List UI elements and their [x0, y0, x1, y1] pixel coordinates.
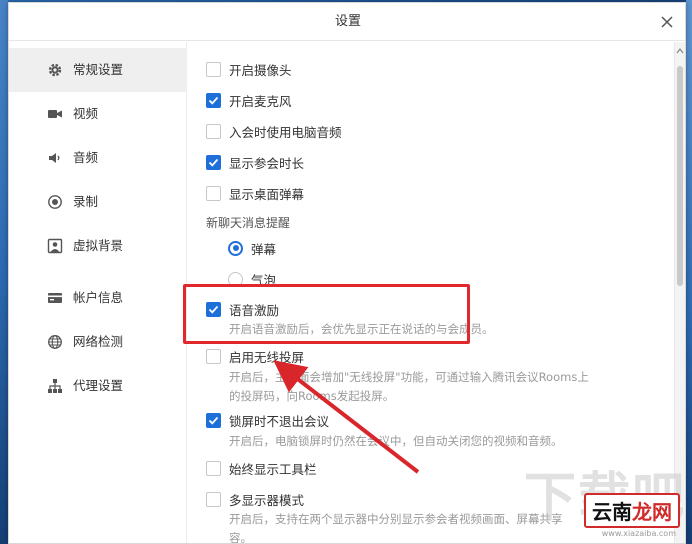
bubble-label: 气泡 — [251, 272, 277, 288]
watermark-badge-text-b: 龙网 — [632, 500, 672, 524]
desktop-background-left — [0, 0, 8, 544]
mic-checkbox[interactable] — [206, 92, 221, 108]
sidebar-item-label: 网络检测 — [73, 334, 124, 349]
title-bar: 设置 — [9, 3, 685, 41]
person-background-icon — [47, 238, 63, 254]
camera-label: 开启摄像头 — [229, 62, 292, 78]
settings-window: 设置 常规设置 视频 音频 录制 虚拟背景 帐户信息 网络检测 代理设置 开启摄… — [8, 2, 686, 544]
lock-screen-setting[interactable]: 锁屏时不退出会议 — [206, 410, 329, 430]
pc-audio-checkbox[interactable] — [206, 123, 221, 139]
sidebar-item-general[interactable]: 常规设置 — [9, 48, 187, 92]
danmu-label: 弹幕 — [251, 241, 277, 257]
speaker-icon — [47, 150, 63, 166]
voice-motivation-setting[interactable]: 语音激励 — [206, 299, 279, 319]
sidebar-item-video[interactable]: 视频 — [9, 92, 187, 136]
checkmark-icon — [208, 416, 219, 425]
wireless-cast-setting[interactable]: 启用无线投屏 — [206, 346, 304, 366]
wireless-cast-checkbox[interactable] — [206, 348, 221, 364]
desktop-popup-setting[interactable]: 显示桌面弹幕 — [206, 183, 304, 203]
bubble-radio[interactable] — [228, 271, 243, 287]
scroll-thumb[interactable] — [677, 66, 683, 286]
voice-motivation-desc: 开启语音激励后，会优先显示正在说话的与会成员。 — [229, 322, 494, 336]
watermark-badge: 云南龙网 — [584, 493, 680, 528]
toolbar-checkbox[interactable] — [206, 460, 221, 476]
close-button[interactable] — [657, 12, 677, 32]
toolbar-label: 始终显示工具栏 — [229, 461, 317, 477]
sidebar-item-audio[interactable]: 音频 — [9, 136, 187, 180]
desktop-popup-checkbox[interactable] — [206, 185, 221, 201]
danmu-radio[interactable] — [228, 240, 243, 256]
wireless-cast-desc-line2: 的投屏码，向Rooms发起投屏。 — [229, 389, 395, 403]
video-camera-icon — [47, 106, 63, 122]
pc-audio-label: 入会时使用电脑音频 — [229, 124, 342, 140]
camera-checkbox[interactable] — [206, 61, 221, 77]
close-icon — [661, 16, 673, 28]
multi-display-label: 多显示器模式 — [229, 492, 305, 508]
mic-label: 开启麦克风 — [229, 93, 292, 109]
desktop-background-right — [686, 0, 692, 544]
mic-setting[interactable]: 开启麦克风 — [206, 90, 292, 110]
sidebar: 常规设置 视频 音频 录制 虚拟背景 帐户信息 网络检测 代理设置 — [9, 42, 187, 543]
chat-reminder-heading: 新聊天消息提醒 — [206, 216, 291, 230]
sidebar-item-virtual-background[interactable]: 虚拟背景 — [9, 224, 187, 268]
lock-screen-desc: 开启后，电脑锁屏时仍然在会议中，但自动关闭您的视频和音频。 — [229, 434, 563, 448]
show-duration-setting[interactable]: 显示参会时长 — [206, 152, 304, 172]
checkmark-icon — [208, 158, 219, 167]
multi-display-checkbox[interactable] — [206, 491, 221, 507]
multi-display-desc-line2: 容。 — [229, 531, 252, 544]
scroll-up-arrow-icon[interactable] — [676, 46, 684, 56]
watermark-url: www.xiazaiba.com — [601, 529, 676, 538]
network-tree-icon — [47, 378, 63, 394]
sidebar-item-label: 视频 — [73, 106, 99, 121]
lock-screen-checkbox[interactable] — [206, 412, 221, 428]
desktop-popup-label: 显示桌面弹幕 — [229, 186, 305, 202]
record-icon — [47, 194, 63, 210]
sidebar-item-proxy[interactable]: 代理设置 — [9, 364, 187, 408]
camera-setting[interactable]: 开启摄像头 — [206, 59, 292, 79]
multi-display-setting[interactable]: 多显示器模式 — [206, 489, 304, 509]
show-duration-label: 显示参会时长 — [229, 155, 305, 171]
sidebar-item-network-test[interactable]: 网络检测 — [9, 320, 187, 364]
sidebar-item-label: 代理设置 — [73, 378, 124, 393]
checkmark-icon — [208, 96, 219, 105]
globe-icon — [47, 334, 63, 350]
sidebar-item-label: 录制 — [73, 194, 99, 209]
lock-screen-label: 锁屏时不退出会议 — [229, 413, 330, 429]
sidebar-item-record[interactable]: 录制 — [9, 180, 187, 224]
voice-motivation-checkbox[interactable] — [206, 301, 221, 317]
chat-reminder-option-bubble[interactable]: 气泡 — [228, 269, 276, 289]
sidebar-item-account[interactable]: 帐户信息 — [9, 276, 187, 320]
sidebar-item-label: 虚拟背景 — [73, 238, 124, 253]
watermark-badge-text-a: 云南 — [592, 500, 632, 524]
card-icon — [47, 290, 63, 306]
chat-reminder-option-danmu[interactable]: 弹幕 — [228, 238, 276, 258]
show-duration-checkbox[interactable] — [206, 154, 221, 170]
wireless-cast-desc-line1: 开启后，主界面会增加"无线投屏"功能，可通过输入腾讯会议Rooms上 — [229, 370, 589, 384]
wireless-cast-label: 启用无线投屏 — [229, 349, 305, 365]
pc-audio-setting[interactable]: 入会时使用电脑音频 — [206, 121, 342, 141]
sidebar-item-label: 音频 — [73, 150, 99, 165]
sidebar-item-label: 帐户信息 — [73, 290, 124, 305]
checkmark-icon — [208, 305, 219, 314]
sidebar-item-label: 常规设置 — [73, 62, 124, 77]
voice-motivation-label: 语音激励 — [229, 302, 280, 318]
toolbar-setting[interactable]: 始终显示工具栏 — [206, 458, 317, 478]
window-title: 设置 — [334, 14, 361, 29]
gear-icon — [47, 62, 63, 78]
